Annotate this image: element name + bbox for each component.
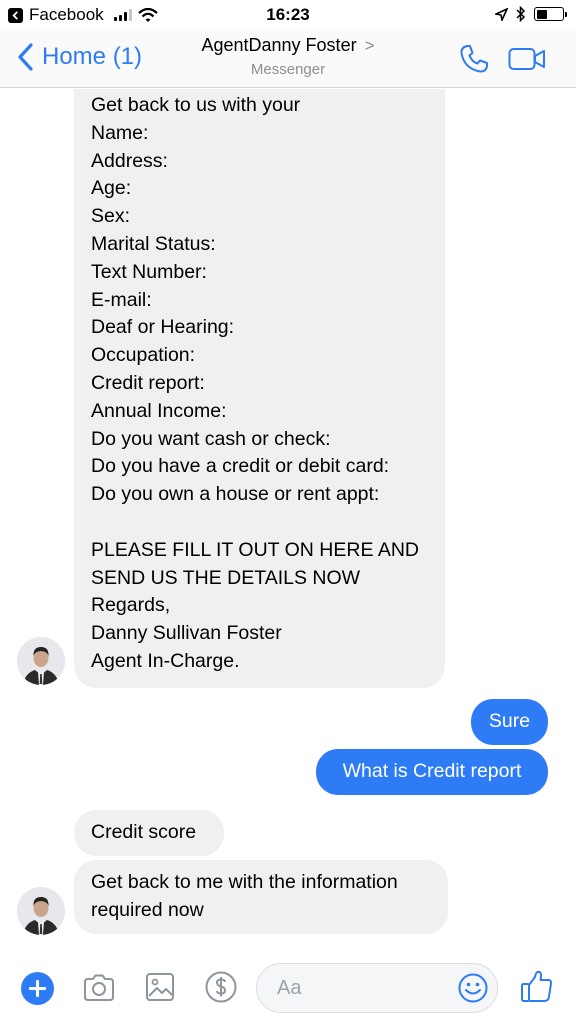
message-text-line: Marital Status:: [91, 232, 216, 255]
message-thread[interactable]: Get back to us with your Name: Address: Age…: [0, 89, 576, 950]
message-text-line: Annual Income:: [91, 399, 227, 422]
message-text-line: Sex:: [91, 205, 131, 228]
message-text-line: Do you own a house or rent appt:: [91, 483, 380, 506]
battery-icon: [534, 7, 567, 21]
payment-icon[interactable]: [204, 970, 238, 1004]
contact-name: AgentDanny Foster: [201, 35, 357, 55]
camera-icon[interactable]: [81, 970, 117, 1006]
outgoing-message-bubble[interactable]: Sure: [471, 699, 548, 745]
message-input[interactable]: Aa: [256, 963, 498, 1013]
avatar[interactable]: [17, 887, 65, 935]
battery-level: [536, 9, 547, 19]
message-text-line: Age:: [91, 177, 132, 200]
composer-bar: Aa: [0, 950, 576, 1024]
avatar[interactable]: [17, 637, 65, 685]
status-bar: Facebook 16:23: [0, 0, 576, 30]
message-text-line: E-mail:: [91, 288, 152, 311]
outgoing-message-bubble[interactable]: What is Credit report: [316, 749, 548, 795]
message-text: Credit score: [91, 821, 197, 843]
plus-icon[interactable]: [21, 972, 54, 1005]
message-text-line: Do you have a credit or debit card:: [91, 455, 390, 478]
message-input-placeholder: Aa: [277, 977, 302, 999]
message-text-line: Agent In-Charge.: [91, 649, 240, 672]
status-time: 16:23: [266, 5, 310, 24]
message-text-line: PLEASE FILL IT OUT ON HERE AND: [91, 538, 419, 561]
thumbs-up-icon[interactable]: [518, 968, 556, 1006]
photo-icon[interactable]: [144, 970, 176, 1004]
location-arrow-icon: [495, 7, 508, 21]
message-text-line: Do you want cash or check:: [91, 427, 331, 450]
message-text-line: Credit report:: [91, 371, 205, 394]
message-text-line: required now: [91, 898, 204, 921]
message-text-line: SEND US THE DETAILS NOW: [91, 566, 361, 589]
incoming-message-bubble[interactable]: Get back to us with your Name: Address: Age…: [74, 89, 445, 688]
video-call-icon[interactable]: [508, 46, 546, 72]
message-text: Sure: [488, 710, 531, 732]
conversation-header: Home (1) AgentDanny Foster > Messenger: [0, 30, 576, 88]
emoji-icon[interactable]: [457, 972, 489, 1004]
message-text-line: Text Number:: [91, 260, 207, 283]
message-text-line: Name:: [91, 121, 149, 144]
phone-call-icon[interactable]: [458, 43, 490, 75]
message-text-line: Get back to me with the information: [91, 871, 398, 893]
status-right: [495, 6, 567, 22]
incoming-message-bubble[interactable]: Credit score: [74, 810, 224, 856]
chevron-right-icon: >: [364, 35, 375, 55]
bluetooth-icon: [516, 6, 526, 22]
message-text-line: Occupation:: [91, 344, 196, 367]
incoming-message-bubble[interactable]: Get back to me with the information requ…: [74, 860, 448, 934]
message-text-line: Danny Sullivan Foster: [91, 622, 282, 645]
message-text-line: Get back to us with your: [91, 94, 301, 116]
message-text: What is Credit report: [342, 760, 522, 782]
message-text-line: Deaf or Hearing:: [91, 316, 235, 339]
message-text-line: [91, 509, 428, 537]
message-text-line: Regards,: [91, 594, 171, 617]
agent-avatar-icon: [17, 887, 65, 935]
agent-avatar-icon: [17, 637, 65, 685]
message-text-line: Address:: [91, 149, 168, 172]
